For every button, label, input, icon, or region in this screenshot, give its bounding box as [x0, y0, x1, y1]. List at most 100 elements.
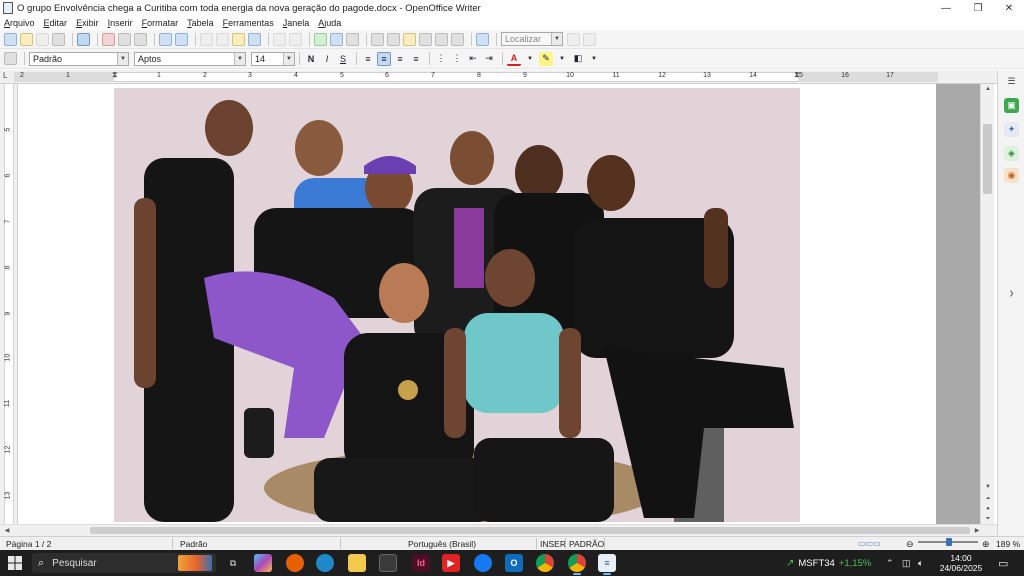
- menu-ajuda[interactable]: Ajuda: [318, 18, 341, 28]
- menu-tabela[interactable]: Tabela: [187, 18, 214, 28]
- properties-icon[interactable]: ▣: [1004, 98, 1019, 113]
- document-area[interactable]: [18, 84, 980, 524]
- align-center-icon[interactable]: ≡: [377, 51, 391, 66]
- vertical-scroll-thumb[interactable]: [983, 124, 992, 194]
- chevron-down-icon[interactable]: ▼: [117, 52, 128, 65]
- task-view-icon[interactable]: ⧉: [224, 554, 242, 572]
- microsoft-store-icon[interactable]: [379, 554, 397, 572]
- menu-janela[interactable]: Janela: [283, 18, 310, 28]
- menu-ferramentas[interactable]: Ferramentas: [223, 18, 274, 28]
- redo-icon[interactable]: [289, 32, 302, 46]
- menu-arquivo[interactable]: Arquivo: [4, 18, 35, 28]
- gallery-icon[interactable]: [403, 32, 416, 46]
- paste-icon[interactable]: [232, 32, 245, 46]
- zoom-out-icon[interactable]: ⊖: [906, 539, 914, 550]
- zoom-icon[interactable]: [451, 32, 464, 46]
- menu-formatar[interactable]: Formatar: [142, 18, 179, 28]
- highlight-dropdown[interactable]: ▼: [555, 52, 569, 66]
- selection-mode-indicator[interactable]: PADRÃO: [569, 539, 604, 549]
- find-replace-icon[interactable]: [371, 32, 384, 46]
- sidebar-menu-icon[interactable]: ☰: [1004, 74, 1019, 89]
- zoom-level[interactable]: 189 %: [996, 539, 1020, 549]
- maximize-button[interactable]: ❐: [963, 0, 993, 16]
- show-hidden-icons-icon[interactable]: ⌃: [886, 550, 894, 576]
- zoom-slider-handle[interactable]: [946, 538, 952, 546]
- font-name-combo[interactable]: Aptos ▼: [134, 51, 246, 66]
- openoffice-writer-icon[interactable]: ≡: [598, 554, 616, 575]
- network-icon[interactable]: ◫: [902, 550, 911, 576]
- find-next-icon[interactable]: [567, 32, 580, 46]
- group-photo[interactable]: [114, 88, 800, 522]
- gallery-sidebar-icon[interactable]: ◈: [1004, 146, 1019, 161]
- underline-button[interactable]: S: [336, 52, 350, 66]
- bullets-icon[interactable]: ⋮: [450, 52, 464, 66]
- align-right-icon[interactable]: ≡: [393, 52, 407, 66]
- left-indent-marker[interactable]: ⧗: [112, 70, 118, 80]
- scroll-left-icon[interactable]: ◀: [2, 525, 12, 536]
- paragraph-style-combo[interactable]: Padrão ▼: [29, 51, 129, 66]
- formatting-marks-icon[interactable]: [435, 32, 448, 46]
- stock-widget[interactable]: ↗ MSFT34 +1,15%: [786, 550, 871, 576]
- right-indent-marker[interactable]: ⧗: [794, 70, 800, 80]
- open-folder-icon[interactable]: [20, 32, 33, 46]
- highlight-icon[interactable]: ✎: [539, 51, 553, 66]
- print-icon[interactable]: [118, 32, 131, 46]
- page-indicator[interactable]: Página 1 / 2: [6, 539, 51, 549]
- copilot-icon[interactable]: [254, 554, 272, 572]
- new-document-icon[interactable]: [4, 32, 17, 46]
- draw-functions-icon[interactable]: [346, 32, 359, 46]
- table-icon[interactable]: [330, 32, 343, 46]
- styles-icon[interactable]: ✦: [1004, 122, 1019, 137]
- outlook-icon[interactable]: O: [505, 554, 523, 572]
- decrease-indent-icon[interactable]: ⇤: [466, 52, 480, 66]
- file-explorer-icon[interactable]: [348, 554, 366, 572]
- tab-stop-icon[interactable]: L: [3, 71, 7, 80]
- navigator-sidebar-icon[interactable]: ◉: [1004, 168, 1019, 183]
- zoom-in-icon[interactable]: ⊕: [982, 539, 990, 550]
- chevron-down-icon[interactable]: ▼: [551, 33, 562, 45]
- italic-button[interactable]: I: [320, 52, 334, 66]
- next-page-icon[interactable]: ⏷: [981, 514, 995, 524]
- increase-indent-icon[interactable]: ⇥: [482, 52, 496, 66]
- font-color-dropdown[interactable]: ▼: [523, 52, 537, 66]
- vertical-ruler[interactable]: 5 6 7 8 9 10 11 12 13: [0, 84, 18, 524]
- navigation-icon[interactable]: ●: [981, 504, 995, 514]
- messenger-icon[interactable]: [474, 554, 492, 572]
- menu-inserir[interactable]: Inserir: [108, 18, 133, 28]
- spellcheck-icon[interactable]: [159, 32, 172, 46]
- menu-editar[interactable]: Editar: [44, 18, 68, 28]
- font-color-icon[interactable]: A: [507, 52, 521, 66]
- sidebar-collapse-icon[interactable]: ❯: [1004, 286, 1019, 301]
- print-preview-icon[interactable]: [134, 32, 147, 46]
- scroll-down-icon[interactable]: ▼: [981, 482, 995, 492]
- font-size-combo[interactable]: 14 ▼: [251, 51, 295, 66]
- background-color-icon[interactable]: ◧: [571, 52, 585, 66]
- start-button[interactable]: [0, 550, 30, 576]
- system-clock[interactable]: 14:00 24/06/2025: [936, 553, 986, 573]
- help-icon[interactable]: [476, 32, 489, 46]
- copy-icon[interactable]: [216, 32, 229, 46]
- email-icon[interactable]: [52, 32, 65, 46]
- notifications-icon[interactable]: ▭: [998, 550, 1008, 576]
- firefox-icon[interactable]: [286, 554, 304, 572]
- menu-exibir[interactable]: Exibir: [76, 18, 99, 28]
- horizontal-scroll-thumb[interactable]: [90, 527, 970, 534]
- cut-icon[interactable]: [200, 32, 213, 46]
- indesign-icon[interactable]: Id: [412, 554, 430, 572]
- export-pdf-icon[interactable]: [102, 32, 115, 46]
- youtube-icon[interactable]: ▶: [442, 554, 460, 572]
- data-sources-icon[interactable]: [419, 32, 432, 46]
- hyperlink-icon[interactable]: [314, 32, 327, 46]
- background-color-dropdown[interactable]: ▼: [587, 52, 601, 66]
- find-combo[interactable]: Localizar ▼: [501, 32, 563, 46]
- volume-icon[interactable]: 🔈︎: [918, 550, 923, 576]
- edge-icon[interactable]: [316, 554, 334, 572]
- previous-page-icon[interactable]: ⏶: [981, 494, 995, 504]
- bold-button[interactable]: N: [304, 52, 318, 66]
- edit-mode-icon[interactable]: [77, 32, 90, 46]
- horizontal-scrollbar[interactable]: ◀ ▶: [0, 524, 997, 536]
- chrome-profile-icon[interactable]: [568, 554, 586, 575]
- view-layout-icon[interactable]: ▭▭▭: [858, 539, 881, 548]
- justify-icon[interactable]: ≡: [409, 52, 423, 66]
- find-previous-icon[interactable]: [583, 32, 596, 46]
